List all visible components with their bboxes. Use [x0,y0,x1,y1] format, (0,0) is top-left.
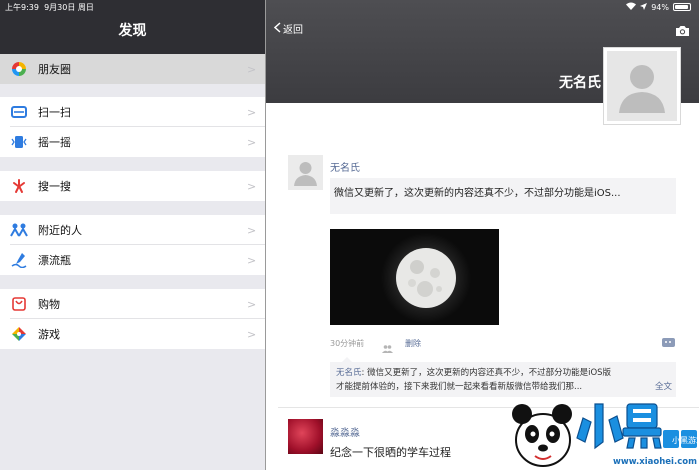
battery-fill [675,5,688,9]
shopping-icon [0,296,38,312]
chevron-right-icon: > [247,297,257,311]
menu-item-label: 朋友圈 [38,63,71,76]
shake-icon [0,134,38,150]
battery-icon [673,3,691,11]
games-icon [0,326,38,342]
default-avatar-icon [607,51,677,121]
profile-avatar[interactable] [603,47,681,125]
delete-button[interactable]: 删除 [405,338,421,349]
moments-icon [0,61,38,77]
location-icon [640,2,648,12]
watermark-url: www.xiaohei.com [613,457,697,467]
page-title: 发现 [118,23,147,39]
menu-item-search[interactable]: 搜一搜 > [0,171,265,201]
status-time: 上午9:39 [5,3,39,12]
chevron-right-icon: > [247,62,257,76]
back-label: 返回 [283,25,303,36]
menu-item-label: 搜一搜 [38,180,71,193]
post-author[interactable]: 无名氏 [330,159,360,174]
discover-pane: 发现 朋友圈 > 扫一扫 > 摇一摇 > 搜一搜 > 附近的人 > 漂流瓶 > … [0,0,265,470]
comment-text[interactable]: 无名氏: 微信又更新了，这次更新的内容还真不少，不过部分功能是iOS版才能提前体… [336,366,676,394]
menu-item-games[interactable]: 游戏 > [0,319,265,349]
moon-image [396,248,456,308]
status-bar: 上午9:39 9月30日 周日 94% [0,0,699,14]
battery-percent: 94% [651,2,669,12]
menu-item-people-nearby[interactable]: 附近的人 > [0,215,265,245]
post-text[interactable]: 纪念一下很晒的学车过程 [330,444,451,460]
watermark-logo: 小黑游戏 www.xiaohei.com [507,396,699,470]
chevron-right-icon: > [247,135,257,149]
wifi-icon [626,2,637,12]
comment-author[interactable]: 无名氏 [336,368,362,378]
chevron-right-icon: > [247,223,257,237]
chevron-right-icon: > [247,105,257,119]
scan-icon [0,104,38,120]
menu-item-label: 摇一摇 [38,136,71,149]
drift-bottle-icon [0,252,38,268]
chevron-right-icon: > [247,253,257,267]
comment-box: 无名氏: 微信又更新了，这次更新的内容还真不少，不过部分功能是iOS版才能提前体… [330,357,676,397]
comment-line1: : 微信又更新了，这次更新的内容还真不少，不过部分功能是iOS版 [361,368,612,378]
post-image[interactable] [330,229,499,325]
menu-item-label: 附近的人 [38,224,82,237]
chevron-right-icon: > [247,327,257,341]
watermark-brand: 小黑游戏 [672,435,699,445]
menu-item-label: 游戏 [38,328,60,341]
post-author[interactable]: 淼淼淼 [330,424,360,439]
search-icon [0,178,38,194]
menu-item-scan[interactable]: 扫一扫 > [0,97,265,127]
comment-line2: 才能提前体验的，接下来我们就一起来看看新版微信带给我们那... [336,382,583,392]
post-avatar[interactable] [288,155,323,190]
menu-item-shake[interactable]: 摇一摇 > [0,127,265,157]
post-time: 30分钟前 [330,339,365,348]
comment-icon[interactable] [662,338,675,347]
back-button[interactable]: 返回 [273,21,303,36]
fulltext-link[interactable]: 全文 [655,380,672,392]
default-avatar-icon [294,162,317,186]
menu-item-label: 扫一扫 [38,106,71,119]
profile-name: 无名氏 [559,75,601,91]
camera-icon[interactable] [675,22,690,41]
menu-item-label: 漂流瓶 [38,254,71,267]
menu-item-label: 购物 [38,298,60,311]
menu-item-drift-bottle[interactable]: 漂流瓶 > [0,245,265,275]
post-avatar[interactable] [288,419,323,454]
privacy-icon [382,338,393,357]
menu-item-shopping[interactable]: 购物 > [0,289,265,319]
chevron-left-icon [273,21,281,36]
chevron-right-icon: > [247,179,257,193]
people-nearby-icon [0,222,38,238]
post-text[interactable]: 微信又更新了，这次更新的内容还真不少，不过部分功能是iOS... [330,178,676,214]
status-date: 9月30日 周日 [44,3,94,12]
menu-item-moments[interactable]: 朋友圈 > [0,54,265,84]
